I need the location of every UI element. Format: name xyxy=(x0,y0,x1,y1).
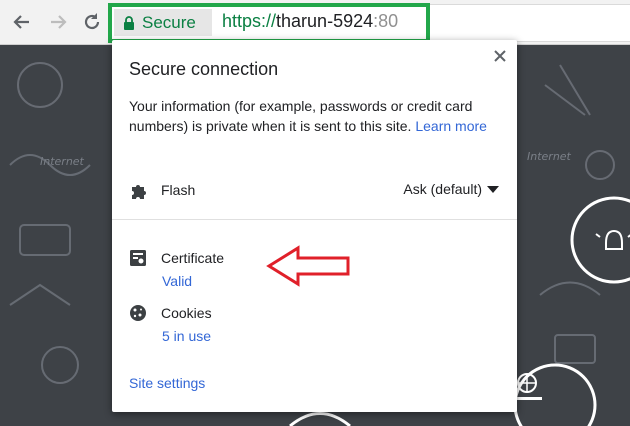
site-settings-link[interactable]: Site settings xyxy=(129,375,205,391)
partial-circle xyxy=(289,412,351,426)
bell-icon xyxy=(595,229,630,250)
browser-toolbar: Secure https://tharun-5924:80 xyxy=(0,0,630,45)
doodle-internet-text-left: Internet xyxy=(40,155,85,168)
connection-info: Your information (for example, passwords… xyxy=(129,96,494,136)
annotation-arrow-icon xyxy=(266,245,350,287)
arrow-right-icon xyxy=(51,15,67,29)
divider xyxy=(112,219,517,220)
cookies-status-link[interactable]: 5 in use xyxy=(162,328,211,344)
flash-label: Flash xyxy=(161,182,196,198)
back-button[interactable] xyxy=(8,8,36,36)
popup-title: Secure connection xyxy=(129,59,279,79)
address-highlight-box xyxy=(108,3,430,43)
reload-button[interactable] xyxy=(78,8,106,36)
cookie-icon xyxy=(130,305,146,321)
flash-permission-select[interactable]: Ask (default) xyxy=(403,181,499,197)
flash-permission-value: Ask (default) xyxy=(403,181,482,197)
close-button[interactable] xyxy=(490,46,510,66)
close-icon xyxy=(494,50,506,62)
cookies-item[interactable]: Cookies 5 in use xyxy=(129,304,329,348)
forward-button[interactable] xyxy=(44,8,72,36)
site-info-popup: Secure connection Your information (for … xyxy=(112,40,517,412)
certificate-label: Certificate xyxy=(161,250,225,266)
doodle-internet-text-right: Internet xyxy=(527,150,572,163)
chevron-down-icon xyxy=(487,185,499,193)
certificate-icon xyxy=(130,250,146,266)
permission-flash-row: Flash Ask (default) xyxy=(129,180,499,204)
puzzle-icon xyxy=(132,185,146,199)
reload-icon xyxy=(84,13,100,30)
certificate-status-link[interactable]: Valid xyxy=(162,273,192,289)
learn-more-link[interactable]: Learn more xyxy=(415,118,487,134)
cookies-label: Cookies xyxy=(161,305,212,321)
arrow-left-icon xyxy=(13,15,29,29)
